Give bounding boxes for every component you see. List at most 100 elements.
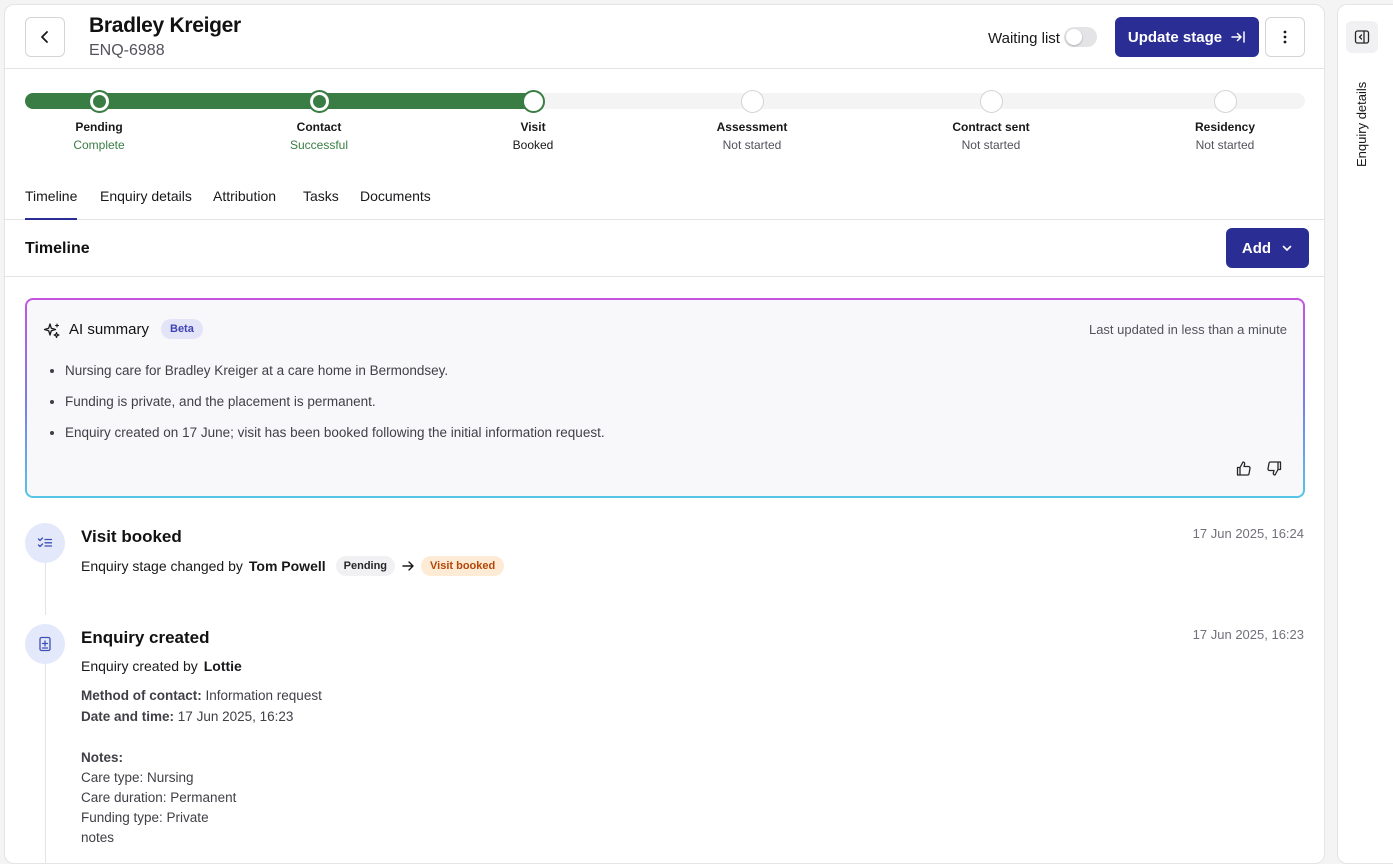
event-title: Visit booked xyxy=(81,527,182,546)
toggle-panel-button[interactable] xyxy=(1346,21,1378,53)
event-prefix: Enquiry created by xyxy=(81,658,198,674)
enquiry-details-block: Method of contact: Information request D… xyxy=(81,685,322,727)
stage-dot xyxy=(979,90,1003,113)
tab-tasks[interactable]: Tasks xyxy=(303,188,339,218)
sparkles-icon xyxy=(43,323,60,339)
stage-dot xyxy=(87,90,111,113)
toggle-knob xyxy=(1066,29,1082,45)
stage-dot xyxy=(740,90,764,113)
beta-badge: Beta xyxy=(161,319,203,339)
side-panel-label[interactable]: Enquiry details xyxy=(1354,82,1369,167)
event-actor: Tom Powell xyxy=(248,558,326,574)
thumbs-up-icon[interactable] xyxy=(1235,460,1252,477)
feedback-buttons xyxy=(1235,460,1283,477)
ai-summary-updated: Last updated in less than a minute xyxy=(1088,322,1287,337)
list-item: Funding is private, and the placement is… xyxy=(65,394,605,409)
to-stage-badge: Visit booked xyxy=(421,556,505,576)
tab-timeline[interactable]: Timeline xyxy=(25,188,78,220)
date-label: Date and time: xyxy=(81,709,175,724)
event-prefix: Enquiry stage changed by xyxy=(81,558,243,574)
enquiry-main-panel: Bradley Kreiger ENQ-6988 Waiting list Up… xyxy=(4,4,1325,864)
stage-assessment: Assessment Not started xyxy=(672,90,832,152)
stage-status: Booked xyxy=(512,138,554,152)
tab-bar: Timeline Enquiry details Attribution Tas… xyxy=(5,181,1324,220)
side-panel-label-wrap: Enquiry details xyxy=(1354,77,1374,177)
add-label: Add xyxy=(1241,239,1272,257)
list-item: Enquiry created on 17 June; visit has be… xyxy=(65,425,605,440)
from-stage-badge: Pending xyxy=(335,556,396,576)
timeline-connector xyxy=(45,563,46,615)
arrow-right-to-line-icon xyxy=(1231,31,1245,43)
timeline-header: Timeline Add xyxy=(5,220,1324,277)
add-button[interactable]: Add xyxy=(1226,228,1309,268)
chevron-down-icon xyxy=(1282,245,1292,251)
event-timestamp: 17 Jun 2025, 16:24 xyxy=(1192,526,1304,541)
thumbs-down-icon[interactable] xyxy=(1266,460,1283,477)
list-item: Nursing care for Bradley Kreiger at a ca… xyxy=(65,363,605,378)
arrow-right-icon xyxy=(402,561,414,571)
notes-line: Care duration: Permanent xyxy=(81,790,237,805)
stage-visit: Visit Booked xyxy=(453,90,613,152)
timeline-title: Timeline xyxy=(25,240,90,257)
date-value: 17 Jun 2025, 16:23 xyxy=(177,709,294,724)
event-actor: Lottie xyxy=(203,658,242,674)
chevron-left-icon xyxy=(41,31,48,43)
method-label: Method of contact: xyxy=(81,688,202,703)
stage-label: Contact xyxy=(296,120,342,134)
ai-summary-card: AI summary Beta Last updated in less tha… xyxy=(25,298,1305,498)
datetime-row: Date and time: 17 Jun 2025, 16:23 xyxy=(81,706,322,727)
timeline-connector xyxy=(45,664,46,863)
notes-line: notes xyxy=(81,830,115,845)
event-description: Enquiry created by Lottie xyxy=(81,658,242,674)
stage-contact: Contact Successful xyxy=(239,90,399,152)
stage-status: Complete xyxy=(73,138,125,152)
tab-attribution[interactable]: Attribution xyxy=(213,188,276,218)
stage-label: Pending xyxy=(75,120,123,134)
page-header: Bradley Kreiger ENQ-6988 Waiting list Up… xyxy=(5,5,1324,69)
more-vertical-icon xyxy=(1283,30,1287,44)
method-value: Information request xyxy=(205,688,322,703)
waiting-list-toggle[interactable] xyxy=(1064,27,1097,47)
stage-label: Assessment xyxy=(716,120,788,134)
update-stage-button[interactable]: Update stage xyxy=(1115,17,1259,57)
stage-label: Contract sent xyxy=(952,120,1030,134)
enquiry-details-side-panel: Enquiry details xyxy=(1337,4,1393,864)
stage-label: Residency xyxy=(1194,120,1256,134)
tab-documents[interactable]: Documents xyxy=(360,188,431,218)
event-description: Enquiry stage changed by Tom Powell Pend… xyxy=(81,556,505,576)
stage-residency: Residency Not started xyxy=(1145,90,1305,152)
document-event-icon xyxy=(25,624,65,664)
stage-status: Successful xyxy=(289,138,349,152)
stage-label: Visit xyxy=(520,120,546,134)
ai-summary-list: Nursing care for Bradley Kreiger at a ca… xyxy=(65,363,605,456)
ai-summary-title: AI summary xyxy=(69,321,150,338)
enquiry-reference: ENQ-6988 xyxy=(89,42,165,59)
stage-status: Not started xyxy=(722,138,782,152)
file-plus-icon xyxy=(39,636,51,652)
tab-enquiry-details[interactable]: Enquiry details xyxy=(100,188,192,218)
notes-label: Notes: xyxy=(81,750,124,765)
stage-dot xyxy=(307,90,331,113)
more-options-button[interactable] xyxy=(1265,17,1305,57)
stage-dot xyxy=(521,90,545,113)
event-timestamp: 17 Jun 2025, 16:23 xyxy=(1192,627,1304,642)
notes-line: Care type: Nursing xyxy=(81,770,194,785)
update-stage-label: Update stage xyxy=(1127,28,1223,46)
list-checks-icon xyxy=(37,537,53,548)
notes-line: Funding type: Private xyxy=(81,810,209,825)
stage-status: Not started xyxy=(1195,138,1255,152)
checklist-event-icon xyxy=(25,523,65,563)
notes-block: Notes: Care type: Nursing Care duration:… xyxy=(81,748,236,848)
method-row: Method of contact: Information request xyxy=(81,685,322,706)
event-title: Enquiry created xyxy=(81,628,210,647)
waiting-list-label: Waiting list xyxy=(988,30,1060,47)
stage-progress-track xyxy=(25,93,1305,109)
stage-dot xyxy=(1213,90,1237,113)
ai-summary-body: AI summary Beta Last updated in less tha… xyxy=(27,300,1303,496)
stage-status: Not started xyxy=(961,138,1021,152)
panel-collapse-icon xyxy=(1354,30,1370,44)
back-button[interactable] xyxy=(25,17,65,57)
stage-pending: Pending Complete xyxy=(19,90,179,152)
stage-contract-sent: Contract sent Not started xyxy=(911,90,1071,152)
resident-name: Bradley Kreiger xyxy=(89,14,241,37)
